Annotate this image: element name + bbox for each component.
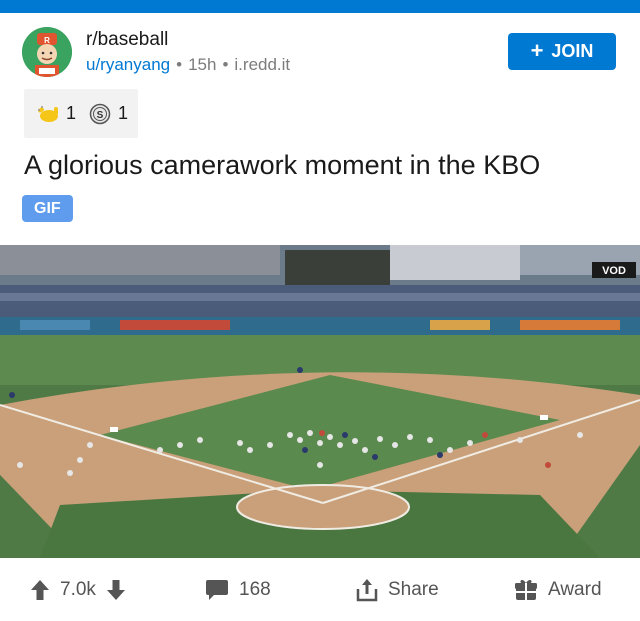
vote-controls: 7.0k [30,577,126,603]
svg-text:R: R [44,36,50,45]
join-button[interactable]: + JOIN [508,33,616,70]
comment-count: 168 [239,579,271,600]
post-age: 15h [188,55,217,74]
gift-icon [515,579,537,600]
meta-separator: • [222,55,229,74]
author-link[interactable]: u/ryanyang [86,55,170,74]
award-count: 1 [118,103,129,123]
award-label: Award [548,579,602,600]
downvote-icon[interactable] [106,579,126,601]
gif-player[interactable]: VOD [0,245,640,558]
post-meta: u/ryanyang • 15h • i.redd.it [86,55,290,75]
award-button[interactable]: Award [514,577,602,603]
meta-separator: • [176,55,183,74]
subreddit-avatar[interactable]: R [22,27,72,77]
post-flair[interactable]: GIF [22,195,73,222]
shaka-award-icon [36,102,60,126]
awards-summary[interactable]: 1 S 1 [24,89,138,138]
award-count: 1 [66,103,77,123]
comment-icon [206,580,228,600]
share-button[interactable]: Share [356,577,439,603]
vod-badge-label: VOD [602,265,626,277]
subreddit-icon: R [22,27,72,77]
upvote-icon[interactable] [30,579,50,601]
vote-score: 7.0k [60,579,96,600]
share-label: Share [388,579,439,600]
post-title[interactable]: A glorious camerawork moment in the KBO [24,150,540,181]
plus-icon: + [530,37,544,63]
join-label: JOIN [551,41,594,61]
silver-coin-award-icon: S [88,102,112,126]
svg-text:S: S [97,110,104,121]
post-action-bar: 7.0k 168 Share Award [0,565,640,615]
share-icon [356,579,378,602]
baseball-field-image: VOD [0,245,640,558]
subreddit-name[interactable]: r/baseball [86,29,168,51]
comments-button[interactable]: 168 [205,577,271,603]
post-domain[interactable]: i.redd.it [234,55,290,74]
top-accent-bar [0,0,640,13]
